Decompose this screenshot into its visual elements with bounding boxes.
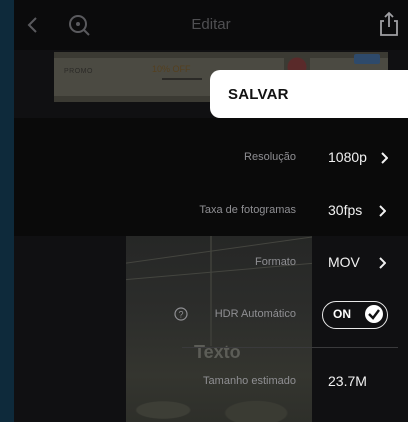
help-icon[interactable]: ? [174,307,188,321]
size-row: Tamanho estimado 23.7M [14,373,408,393]
preview-tower [210,236,212,346]
preview-text-overlay: Texto [194,342,241,362]
format-value: MOV [328,254,360,270]
resolution-value: 1080p [328,149,367,165]
share-icon[interactable] [378,10,400,38]
chevron-right-icon [381,152,388,164]
chevron-right-icon [379,205,386,217]
top-bar: Editar [14,0,408,50]
editor-screen: Editar PROMO 10% OFF SALVAR Texto Resolu… [14,0,408,422]
save-button[interactable]: SALVAR [210,70,408,118]
chevron-right-icon [379,257,386,269]
frame-rate-row[interactable]: Taxa de fotogramas 30fps [14,202,408,222]
banner-divider [162,78,202,80]
frame-rate-label: Taxa de fotogramas [199,204,296,216]
hdr-toggle-text: ON [333,307,351,321]
check-icon [368,309,380,320]
banner-left-text: PROMO [64,68,93,75]
svg-text:?: ? [178,310,183,320]
frame-rate-value: 30fps [328,202,363,218]
size-value: 23.7M [328,373,367,389]
save-label: SALVAR [228,86,289,103]
resolution-row[interactable]: Resolução 1080p [14,149,408,169]
page-title: Editar [191,16,231,33]
hdr-label: HDR Automático [214,308,296,320]
banner-mid-text: 10% OFF [152,64,191,74]
resolution-label: Resolução [244,151,296,163]
hdr-row: ? HDR Automático ON [14,301,408,329]
size-label: Tamanho estimado [203,375,296,387]
format-label: Formato [255,256,296,268]
toggle-knob [365,305,383,323]
hdr-toggle[interactable]: ON [322,301,388,329]
banner-badge [354,54,380,64]
divider [182,347,398,348]
format-row[interactable]: Formato MOV [14,254,408,274]
